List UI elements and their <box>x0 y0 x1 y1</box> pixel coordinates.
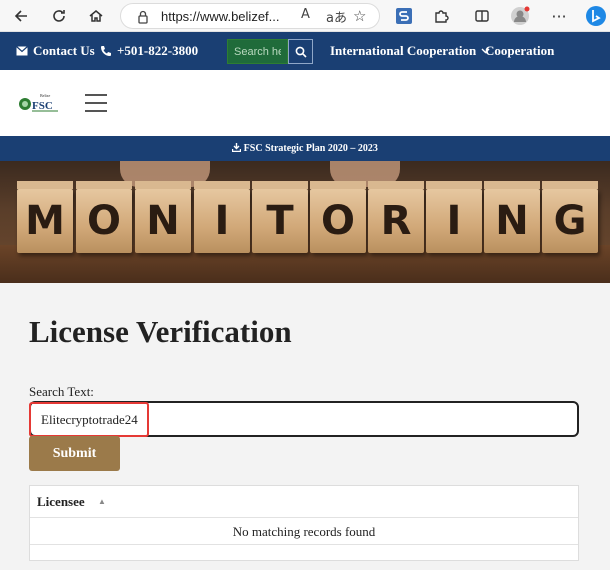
phone-icon <box>101 46 111 56</box>
extensions-puzzle-icon[interactable] <box>430 5 452 27</box>
profile-avatar-icon[interactable] <box>509 5 531 27</box>
hamburger-menu-icon[interactable] <box>85 94 109 112</box>
strategic-plan-label: FSC Strategic Plan 2020 – 2023 <box>243 143 378 154</box>
phone-number: +501-822-3800 <box>117 43 199 58</box>
results-table: Licensee ▲ No matching records found <box>29 485 579 561</box>
site-search <box>227 39 313 64</box>
logo-bar: Belize FSC <box>0 70 610 136</box>
license-search-input[interactable]: Elitecryptotrade24 <box>29 401 579 437</box>
licensee-header-label: Licensee <box>37 494 85 509</box>
fsc-logo[interactable]: Belize FSC <box>18 92 60 114</box>
split-screen-icon[interactable] <box>471 5 493 27</box>
nav-cooperation-label: Cooperation <box>485 43 555 58</box>
back-arrow-icon[interactable] <box>10 5 32 27</box>
url-text[interactable]: https://www.belizef... <box>161 9 293 24</box>
site-search-input[interactable] <box>227 39 288 64</box>
lock-icon <box>138 10 148 24</box>
translate-icon[interactable]: aあ <box>326 7 347 26</box>
search-text-label: Search Text: <box>29 384 94 399</box>
read-aloud-icon[interactable]: A <box>301 7 310 22</box>
extension-s-icon[interactable] <box>393 5 415 27</box>
search-icon <box>295 46 307 58</box>
nav-international-cooperation[interactable]: International Cooperation <box>330 43 490 59</box>
nav-international-label: International Cooperation <box>330 43 477 58</box>
letter-block: O <box>76 181 132 253</box>
more-menu-icon[interactable]: ··· <box>548 5 570 27</box>
letter-block: I <box>426 181 482 253</box>
home-icon[interactable] <box>85 5 107 27</box>
letter-block: T <box>252 181 308 253</box>
contact-us-link[interactable]: Contact Us <box>16 43 95 59</box>
monitoring-banner-image: M O N I T O R I N G <box>0 161 610 283</box>
bing-copilot-icon[interactable] <box>585 5 607 27</box>
license-search-value: Elitecryptotrade24 <box>41 412 138 427</box>
submit-button[interactable]: Submit <box>29 436 120 471</box>
phone-link[interactable]: +501-822-3800 <box>100 43 198 59</box>
nav-cooperation[interactable]: Cooperation <box>485 43 554 59</box>
empty-results-message: No matching records found <box>30 518 578 545</box>
site-search-button[interactable] <box>288 39 313 64</box>
envelope-icon <box>16 46 28 56</box>
refresh-icon[interactable] <box>48 5 70 27</box>
browser-toolbar: https://www.belizef... A aあ ☆ ··· <box>0 0 610 32</box>
page-title: License Verification <box>29 314 292 349</box>
letter-block: G <box>542 181 598 253</box>
svg-text:Belize: Belize <box>40 93 50 98</box>
letter-block: R <box>368 181 424 253</box>
strategic-plan-bar[interactable]: FSC Strategic Plan 2020 – 2023 <box>0 136 610 161</box>
letter-block: N <box>135 181 191 253</box>
contact-us-label: Contact Us <box>33 43 95 58</box>
letter-block: I <box>194 181 250 253</box>
letter-block: O <box>310 181 366 253</box>
letter-block: N <box>484 181 540 253</box>
site-top-nav: Contact Us +501-822-3800 International C… <box>0 32 610 70</box>
address-bar[interactable]: https://www.belizef... A aあ ☆ <box>120 3 380 29</box>
sort-ascending-icon[interactable]: ▲ <box>98 497 106 506</box>
svg-text:FSC: FSC <box>32 100 53 112</box>
download-icon <box>231 143 242 153</box>
letter-block: M <box>17 181 73 253</box>
favorite-star-icon[interactable]: ☆ <box>353 7 366 25</box>
licensee-column-header[interactable]: Licensee ▲ <box>30 486 578 518</box>
